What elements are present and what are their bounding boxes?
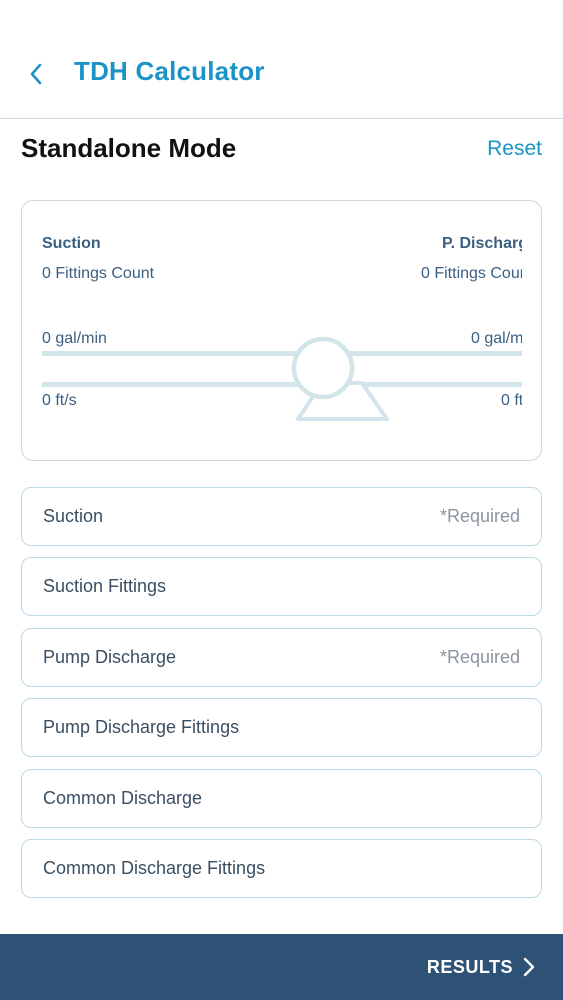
pump-diagram: Suction 0 Fittings Count 0 gal/min 0 ft/…: [42, 201, 522, 460]
chevron-right-icon: [523, 957, 535, 977]
reset-button[interactable]: Reset: [487, 137, 542, 161]
discharge-velocity: 0 ft/s: [501, 392, 522, 409]
required-indicator: *Required: [439, 647, 520, 667]
section-label: Suction Fittings: [43, 576, 167, 596]
section-label: Suction: [43, 506, 104, 526]
section-common-discharge-fittings[interactable]: Common Discharge Fittings: [21, 839, 542, 898]
required-indicator: *Required: [439, 506, 520, 526]
mode-title: Standalone Mode: [21, 133, 237, 163]
suction-title: Suction: [42, 235, 101, 252]
section-label: Pump Discharge Fittings: [43, 717, 240, 737]
page-title: TDH Calculator: [74, 56, 265, 86]
section-suction-fittings[interactable]: Suction Fittings: [21, 557, 542, 616]
section-label: Common Discharge Fittings: [43, 858, 266, 878]
section-label: Pump Discharge: [43, 647, 177, 667]
footer-bar: RESULTS: [0, 934, 563, 1000]
section-common-discharge[interactable]: Common Discharge: [21, 769, 542, 828]
section-label: Common Discharge: [43, 788, 203, 808]
back-button[interactable]: [22, 58, 50, 90]
section-pump-discharge[interactable]: Pump Discharge *Required: [21, 628, 542, 687]
section-suction[interactable]: Suction *Required: [21, 487, 542, 546]
pump-diagram-card: Suction 0 Fittings Count 0 gal/min 0 ft/…: [21, 200, 542, 461]
suction-fittings-count: 0 Fittings Count: [42, 265, 155, 282]
discharge-flow-rate: 0 gal/min: [471, 330, 522, 347]
chevron-left-icon: [30, 63, 42, 85]
results-button[interactable]: RESULTS: [427, 934, 535, 1000]
discharge-title: P. Discharge: [442, 235, 522, 252]
discharge-fittings-count: 0 Fittings Count: [421, 265, 522, 282]
app-header: TDH Calculator: [0, 0, 563, 119]
suction-velocity: 0 ft/s: [42, 392, 77, 409]
results-label: RESULTS: [426, 956, 513, 977]
suction-flow-rate: 0 gal/min: [42, 330, 107, 347]
section-pump-discharge-fittings[interactable]: Pump Discharge Fittings: [21, 698, 542, 757]
